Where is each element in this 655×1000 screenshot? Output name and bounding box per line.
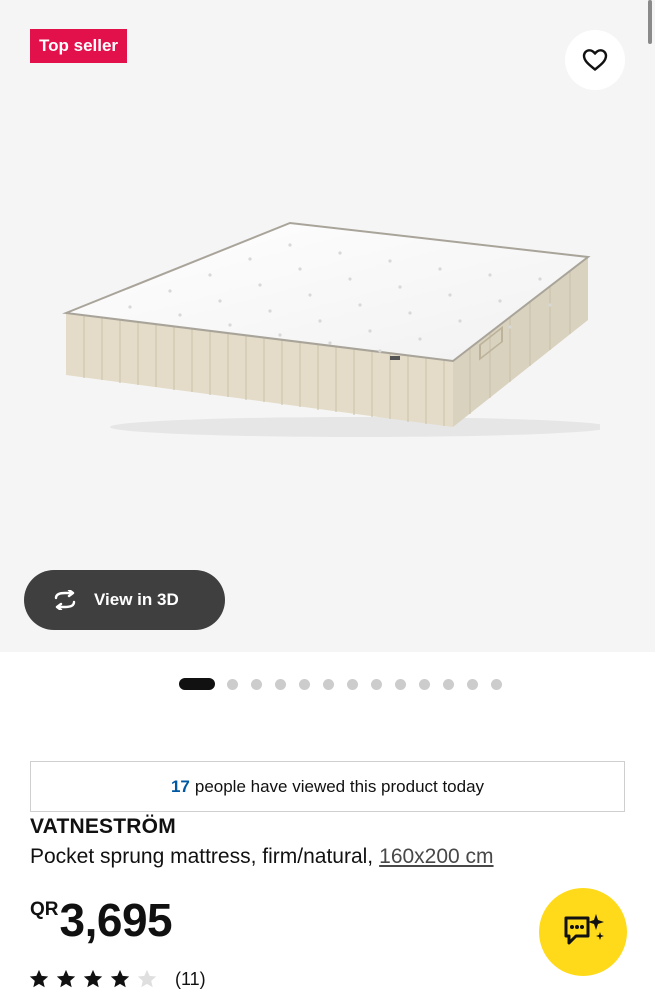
- star-empty-icon: [137, 969, 157, 988]
- chat-sparkle-icon: [564, 914, 604, 945]
- review-count: (11): [175, 968, 206, 989]
- carousel-dot[interactable]: [419, 678, 430, 690]
- product-price: QR 3,695: [30, 893, 173, 947]
- rating-summary[interactable]: (11): [28, 968, 206, 990]
- product-description-text: Pocket sprung mattress, firm/natural,: [30, 845, 374, 868]
- carousel-dot[interactable]: [323, 678, 334, 690]
- star-filled-icon: [83, 969, 103, 988]
- star-filled-icon: [29, 969, 49, 988]
- carousel-dot[interactable]: [179, 678, 215, 690]
- product-image-gallery[interactable]: Top seller View in 3D: [0, 0, 655, 652]
- carousel-indicator: [0, 677, 655, 691]
- carousel-dot[interactable]: [299, 678, 310, 690]
- carousel-dot[interactable]: [275, 678, 286, 690]
- mattress-product-image: [62, 221, 600, 437]
- view-in-3d-button[interactable]: View in 3D: [24, 570, 225, 630]
- carousel-dot[interactable]: [395, 678, 406, 690]
- star-filled-icon: [110, 969, 130, 988]
- rotate-arrows-icon: [54, 590, 76, 610]
- viewers-text: people have viewed this product today: [194, 776, 485, 796]
- carousel-dot[interactable]: [227, 678, 238, 690]
- carousel-dot[interactable]: [443, 678, 454, 690]
- carousel-dot[interactable]: [371, 678, 382, 690]
- heart-outline-icon: [582, 49, 608, 71]
- assistant-chat-button[interactable]: [539, 888, 627, 976]
- viewers-notice: 17 people have viewed this product today: [30, 761, 625, 812]
- view-in-3d-label: View in 3D: [94, 590, 179, 609]
- carousel-dot[interactable]: [347, 678, 358, 690]
- page-scrollbar[interactable]: [648, 0, 652, 44]
- price-amount: 3,695: [59, 894, 173, 946]
- product-name: VATNESTRÖM: [30, 815, 176, 838]
- top-seller-badge: Top seller: [30, 29, 128, 63]
- carousel-dot[interactable]: [491, 678, 502, 690]
- carousel-dot[interactable]: [251, 678, 262, 690]
- carousel-dot[interactable]: [467, 678, 478, 690]
- star-rating: [28, 968, 163, 990]
- viewers-count: 17: [170, 776, 190, 796]
- price-currency: QR: [30, 899, 59, 920]
- star-filled-icon: [56, 969, 76, 988]
- size-link[interactable]: 160x200 cm: [379, 845, 493, 868]
- favorite-button[interactable]: [565, 30, 625, 90]
- product-description: Pocket sprung mattress, firm/natural, 160…: [30, 845, 494, 869]
